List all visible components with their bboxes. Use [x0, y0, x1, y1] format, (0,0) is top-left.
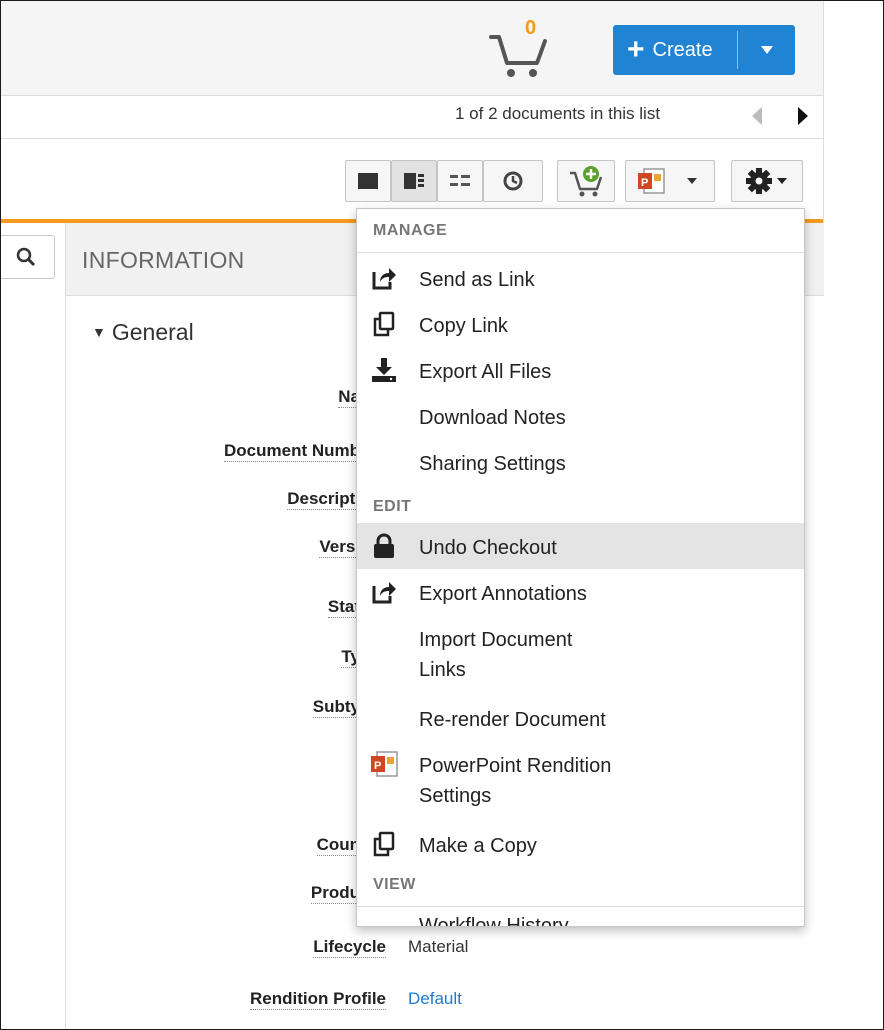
create-button-label: Create — [652, 38, 713, 61]
powerpoint-icon: P — [369, 749, 399, 779]
download-icon — [369, 355, 399, 385]
caret-down-icon: ▼ — [92, 324, 106, 340]
copy-icon — [369, 829, 399, 859]
svg-text:P: P — [641, 177, 648, 189]
menu-item-label-line: PowerPoint Rendition — [419, 755, 612, 777]
menu-item-label: Re-render Document — [419, 709, 606, 731]
powerpoint-actions-button[interactable]: P — [625, 160, 715, 202]
menu-item-label-line: Import Document — [419, 629, 573, 651]
menu-item-re-render-document[interactable]: Re-render Document — [357, 695, 804, 741]
share-icon — [369, 577, 399, 607]
field-label-document-number: Document Numb — [224, 441, 360, 462]
split-panel-icon — [404, 173, 424, 189]
menu-item-sharing-settings[interactable]: Sharing Settings — [357, 439, 804, 485]
app-frame: 0 + Create 1 of 2 documents in this list — [0, 0, 884, 1030]
top-header: 0 + Create — [1, 1, 823, 96]
menu-item-make-a-copy[interactable]: Make a Copy — [357, 821, 804, 867]
caret-down-icon — [687, 178, 697, 184]
document-navigation: 1 of 2 documents in this list — [1, 96, 823, 138]
history-icon — [503, 171, 523, 191]
general-section-toggle[interactable]: ▼ General — [92, 319, 194, 346]
add-to-cart-button[interactable] — [557, 160, 615, 202]
history-button[interactable] — [483, 160, 543, 202]
field-value-lifecycle: Material — [408, 937, 469, 956]
menu-item-label: Copy Link — [419, 315, 508, 337]
cart-count-badge: 0 — [525, 17, 537, 39]
right-gutter — [823, 1, 883, 1029]
document-toolbar: P — [1, 138, 823, 211]
menu-item-undo-checkout[interactable]: Undo Checkout — [357, 523, 804, 569]
plus-icon: + — [627, 33, 645, 66]
information-title: INFORMATION — [82, 247, 245, 273]
menu-item-label: Export Annotations — [419, 583, 587, 605]
cart-icon[interactable] — [489, 25, 551, 81]
general-section-label: General — [111, 319, 194, 345]
menu-item-label: Make a Copy — [419, 835, 537, 857]
svg-text:P: P — [374, 760, 381, 772]
view-document-only-button[interactable] — [345, 160, 391, 202]
view-document-info-button[interactable] — [391, 160, 437, 202]
menu-section-view: VIEW — [357, 863, 804, 907]
copy-icon — [369, 309, 399, 339]
menu-item-label: Undo Checkout — [419, 537, 557, 559]
field-label-subtype: Subty — [312, 697, 360, 718]
create-button[interactable]: + Create — [613, 25, 737, 75]
field-value-rendition-profile[interactable]: Default — [408, 989, 462, 1009]
document-actions-button[interactable] — [731, 160, 803, 202]
menu-item-label: Export All Files — [419, 361, 552, 383]
menu-item-label: Workflow History — [419, 915, 569, 927]
powerpoint-icon: P — [638, 168, 665, 194]
menu-item-label: Import Document Links — [419, 625, 572, 685]
field-label-rendition-profile: Rendition Profile — [250, 989, 386, 1010]
menu-item-powerpoint-rendition-settings[interactable]: P PowerPoint Rendition Settings — [357, 741, 804, 821]
next-document-icon[interactable] — [797, 106, 809, 126]
add-to-cart-icon — [570, 166, 603, 197]
field-label-lifecycle: Lifecycle — [313, 937, 386, 958]
previous-document-icon[interactable] — [751, 106, 763, 126]
menu-item-download-notes[interactable]: Download Notes — [357, 393, 804, 439]
menu-item-workflow-history[interactable]: Workflow History — [357, 907, 804, 927]
menu-item-import-document-links[interactable]: Import Document Links — [357, 615, 804, 695]
menu-item-send-as-link[interactable]: Send as Link — [357, 255, 804, 301]
view-info-only-button[interactable] — [437, 160, 483, 202]
caret-down-icon — [760, 46, 773, 54]
field-label-version: Versi — [319, 537, 360, 558]
share-icon — [369, 263, 399, 293]
menu-item-label: Send as Link — [419, 269, 535, 291]
document-actions-menu: MANAGE Send as Link Copy Link Export All… — [356, 208, 805, 927]
single-panel-icon — [358, 173, 378, 189]
list-panel-icon — [450, 175, 470, 186]
menu-item-label: PowerPoint Rendition Settings — [419, 751, 611, 811]
document-position-text: 1 of 2 documents in this list — [455, 104, 661, 123]
menu-item-label-line: Settings — [419, 785, 492, 807]
menu-item-label-line: Links — [419, 659, 466, 681]
menu-section-manage: MANAGE — [357, 209, 804, 253]
search-icon — [16, 247, 36, 267]
lock-icon — [369, 531, 399, 561]
field-label-product: Produ — [310, 883, 360, 904]
create-button-group: + Create — [613, 25, 795, 75]
menu-item-label: Download Notes — [419, 407, 566, 429]
search-button[interactable] — [1, 235, 55, 279]
caret-down-icon — [777, 178, 787, 184]
create-dropdown-button[interactable] — [738, 45, 795, 55]
field-label-country: Coun — [316, 835, 360, 856]
menu-item-export-all-files[interactable]: Export All Files — [357, 347, 804, 393]
menu-item-label: Sharing Settings — [419, 453, 566, 475]
menu-item-copy-link[interactable]: Copy Link — [357, 301, 804, 347]
menu-item-export-annotations[interactable]: Export Annotations — [357, 569, 804, 615]
field-label-description: Descripti — [287, 489, 360, 510]
gear-icon — [746, 168, 772, 194]
